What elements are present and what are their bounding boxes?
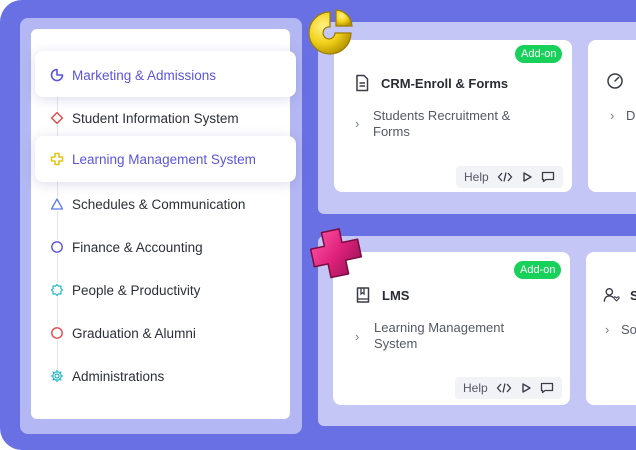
triangle-icon — [50, 197, 64, 211]
sidebar-item-label: Finance & Accounting — [72, 239, 203, 255]
chevron-right-icon: › — [355, 329, 360, 344]
help-link[interactable]: Help — [464, 170, 489, 184]
sidebar-item-label: Learning Management System — [72, 151, 256, 167]
card-title-text: LMS — [382, 287, 410, 303]
book-icon — [355, 286, 373, 304]
background: Marketing & Admissions Student Informati… — [0, 0, 636, 450]
sidebar-item-sis[interactable]: Student Information System — [50, 107, 239, 129]
card-description: Learning Management System — [374, 320, 505, 351]
card-title: CRM-Enroll & Forms — [354, 74, 508, 92]
card-title: S — [603, 286, 636, 304]
card-title-text: CRM-Enroll & Forms — [381, 75, 509, 91]
sidebar-item-lms[interactable]: Learning Management System — [50, 148, 256, 170]
code-icon[interactable] — [497, 171, 513, 183]
cross-icon — [50, 152, 64, 166]
circle-icon — [50, 240, 64, 254]
partial-card-bottom[interactable]: S › So — [586, 252, 636, 405]
card-footer: Help — [456, 166, 563, 188]
yellow-pie-decoration — [308, 9, 353, 55]
card-footer: Help — [455, 377, 562, 399]
pink-cross-decoration — [309, 228, 363, 279]
pie-chart-icon — [50, 68, 64, 82]
sidebar-item-label: Administrations — [72, 368, 165, 384]
speedometer-icon — [606, 72, 624, 95]
card-title: LMS — [355, 286, 409, 304]
sidebar-item-label: Graduation & Alumni — [72, 325, 196, 341]
play-icon[interactable] — [520, 382, 532, 394]
sidebar-item-finance[interactable]: Finance & Accounting — [50, 236, 203, 258]
play-icon[interactable] — [521, 171, 533, 183]
partial-card-top[interactable]: › D — [588, 40, 636, 192]
chevron-right-icon: › — [355, 116, 360, 131]
document-icon — [354, 74, 372, 92]
card-description: Students Recruitment & Forms — [373, 108, 511, 139]
sidebar-item-schedules[interactable]: Schedules & Communication — [50, 193, 245, 215]
crm-card[interactable]: Add-on CRM-Enroll & Forms › Students Rec… — [334, 40, 572, 192]
chevron-right-icon: › — [605, 322, 610, 337]
comment-icon[interactable] — [541, 171, 555, 183]
card-title-text: S — [630, 287, 636, 303]
code-icon[interactable] — [496, 382, 512, 394]
gear-icon — [50, 369, 64, 383]
sidebar-item-label: People & Productivity — [72, 282, 201, 298]
sidebar-item-label: Student Information System — [72, 110, 239, 126]
help-link[interactable]: Help — [463, 381, 488, 395]
add-on-badge: Add-on — [514, 261, 562, 279]
sidebar-item-graduation[interactable]: Graduation & Alumni — [50, 322, 196, 344]
add-on-badge: Add-on — [515, 45, 563, 63]
comment-icon[interactable] — [540, 382, 554, 394]
badge-icon — [50, 283, 64, 297]
card-description: D — [626, 108, 636, 123]
sidebar-item-label: Marketing & Admissions — [72, 67, 217, 83]
card-description: So — [621, 322, 636, 337]
user-heart-icon — [603, 286, 621, 304]
circle-icon — [50, 326, 64, 340]
sidebar-item-label: Schedules & Communication — [72, 196, 246, 212]
sidebar-item-administrations[interactable]: Administrations — [50, 365, 164, 387]
diamond-icon — [50, 111, 64, 125]
sidebar-item-people[interactable]: People & Productivity — [50, 279, 200, 301]
sidebar-item-marketing[interactable]: Marketing & Admissions — [50, 64, 216, 86]
chevron-right-icon: › — [610, 108, 615, 123]
